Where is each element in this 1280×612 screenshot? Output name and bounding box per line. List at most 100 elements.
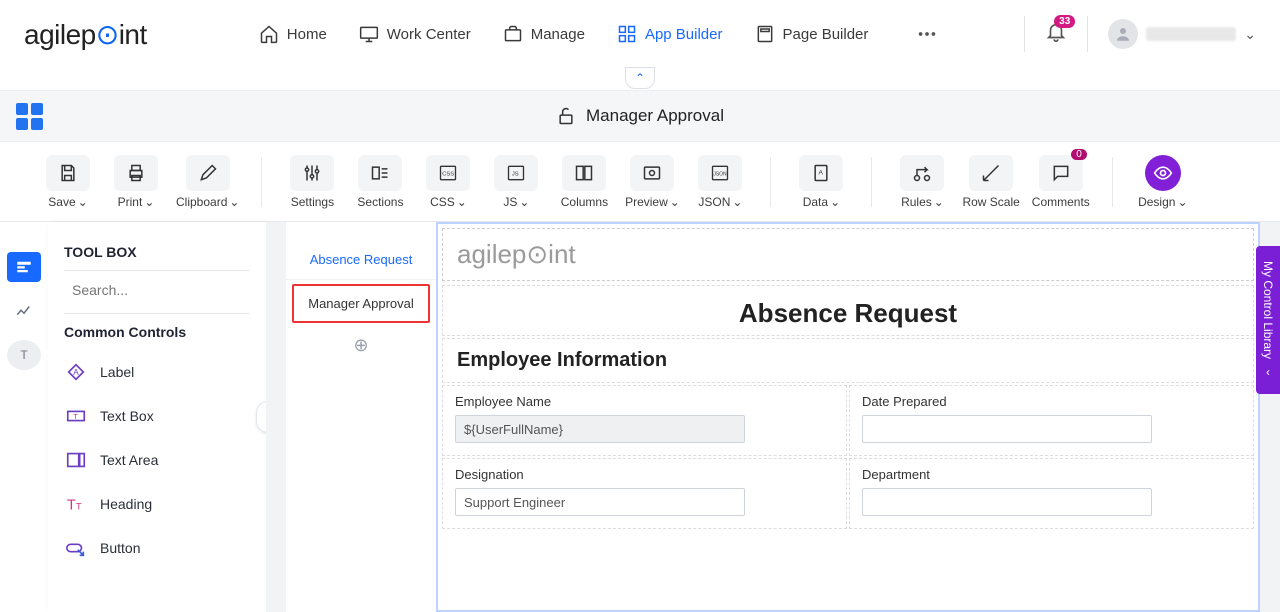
comment-icon [1051,163,1071,183]
user-menu[interactable]: ⌄ [1108,19,1256,49]
svg-text:CSS: CSS [443,171,455,177]
control-heading[interactable]: TT Heading [64,482,250,526]
form-tab-absence-request[interactable]: Absence Request [286,240,436,280]
chevron-down-icon: ⌄ [144,195,154,209]
field-date-prepared[interactable]: Date Prepared [849,385,1254,456]
control-textbox[interactable]: T Text Box [64,394,250,438]
json-button[interactable]: JSON JSON⌄ [692,155,748,209]
sections-button[interactable]: Sections [352,155,408,209]
field-designation[interactable]: Designation [442,458,847,529]
label-icon: A [64,360,88,384]
save-button[interactable]: Save⌄ [40,155,96,209]
employee-name-input[interactable] [455,415,745,443]
page-icon [755,24,775,44]
design-button[interactable]: Design⌄ [1135,155,1191,209]
t-icon: T [20,348,27,362]
app-grid-icon [617,24,637,44]
rules-icon [912,163,932,183]
logo-dot-icon: ⊙ [96,19,119,50]
plus-icon: ⊕ [353,335,368,355]
nav-home[interactable]: Home [257,18,329,50]
control-label[interactable]: A Label [64,350,250,394]
sections-icon [370,163,390,183]
section-header[interactable]: Employee Information [442,338,1254,383]
chevron-down-icon: ⌄ [229,195,239,209]
control-textarea[interactable]: Text Area [64,438,250,482]
nav-page-builder[interactable]: Page Builder [753,18,871,50]
css-button[interactable]: CSS CSS⌄ [420,155,476,209]
button-icon [64,536,88,560]
js-icon: JS [505,163,527,183]
lock-open-icon [556,106,576,126]
avatar-icon [1108,19,1138,49]
rail-analytics[interactable] [7,296,41,326]
chevron-down-icon: ⌄ [457,195,467,209]
nav-manage[interactable]: Manage [501,18,587,50]
page-title: Manager Approval [586,106,724,126]
notifications-button[interactable]: 33 [1045,21,1067,48]
data-button[interactable]: A Data⌄ [793,155,849,209]
chevron-down-icon: ⌄ [934,195,944,209]
svg-text:T: T [76,502,82,512]
svg-text:T: T [73,412,78,421]
briefcase-icon [503,24,523,44]
chart-icon [15,302,33,320]
my-control-library-tab[interactable]: My Control Library ‹ [1256,246,1280,394]
rail-form-controls[interactable] [7,252,41,282]
css-icon: CSS [437,163,459,183]
collapse-nav-button[interactable]: ⌃ [625,67,655,89]
chevron-down-icon: ⌄ [1244,26,1256,43]
chevron-left-icon: ‹ [1266,365,1270,379]
sliders-icon [302,163,322,183]
department-input[interactable] [862,488,1152,516]
dots-icon [916,23,938,45]
form-canvas[interactable]: agilep⊙int Absence Request Employee Info… [436,222,1260,612]
notification-count-badge: 33 [1054,15,1075,28]
chevron-down-icon: ⌄ [78,195,88,209]
data-icon: A [811,163,831,183]
toolbox-title: TOOL BOX [64,244,250,260]
textbox-icon: T [64,404,88,428]
svg-text:JSON: JSON [714,171,728,177]
columns-icon [574,163,594,183]
search-input[interactable] [72,282,253,298]
chevron-down-icon: ⌄ [519,195,529,209]
designation-input[interactable] [455,488,745,516]
toolbox-search[interactable] [64,281,250,299]
form-header-logo[interactable]: agilep⊙int [442,228,1254,281]
date-prepared-input[interactable] [862,415,1152,443]
print-button[interactable]: Print⌄ [108,155,164,209]
comments-button[interactable]: Comments [1032,155,1090,209]
app-switcher[interactable] [16,103,43,130]
eye-icon [1153,163,1173,183]
row-scale-button[interactable]: Row Scale [962,155,1019,209]
svg-text:A: A [819,169,824,176]
clipboard-button[interactable]: Clipboard⌄ [176,155,239,209]
chevron-down-icon: ⌄ [830,195,840,209]
json-icon: JSON [709,163,731,183]
form-tab-manager-approval[interactable]: Manager Approval [292,284,430,323]
columns-button[interactable]: Columns [556,155,612,209]
rail-type[interactable]: T [7,340,41,370]
pencil-icon [198,163,218,183]
nav-app-builder[interactable]: App Builder [615,18,725,50]
add-form-tab-button[interactable]: ⊕ [286,327,436,356]
form-icon [15,258,33,276]
js-button[interactable]: JS JS⌄ [488,155,544,209]
nav-work-center[interactable]: Work Center [357,18,473,50]
control-button[interactable]: Button [64,526,250,570]
field-employee-name[interactable]: Employee Name [442,385,847,456]
svg-text:A: A [73,368,79,377]
ruler-icon [981,163,1001,183]
nav-more[interactable] [916,23,938,45]
svg-text:T: T [67,498,76,514]
eye-icon [642,163,662,183]
textarea-icon [64,448,88,472]
chevron-down-icon: ⌄ [732,195,742,209]
settings-button[interactable]: Settings [284,155,340,209]
rules-button[interactable]: Rules⌄ [894,155,950,209]
form-title[interactable]: Absence Request [442,285,1254,336]
preview-button[interactable]: Preview⌄ [624,155,680,209]
logo: agilep⊙int [24,18,147,51]
field-department[interactable]: Department [849,458,1254,529]
